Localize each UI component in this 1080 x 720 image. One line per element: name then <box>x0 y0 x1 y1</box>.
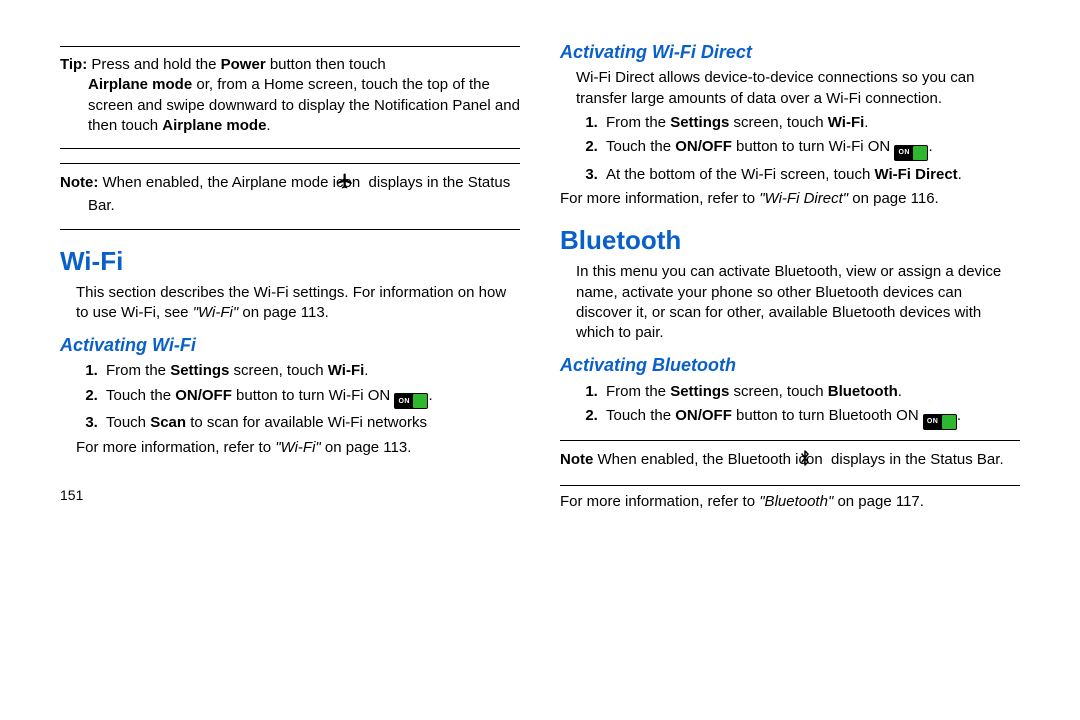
text: . <box>898 383 902 400</box>
on-toggle-icon: ON <box>894 145 928 161</box>
list-item: Touch the ON/OFF button to turn Wi-Fi ON… <box>602 137 1020 161</box>
text: Bluetooth <box>828 383 898 400</box>
text: Press and hold the <box>87 56 220 73</box>
text: Wi-Fi <box>328 362 365 379</box>
text: . <box>266 117 270 134</box>
text: on page 113. <box>238 304 329 321</box>
right-column: Activating Wi-Fi Direct Wi-Fi Direct all… <box>560 40 1020 516</box>
toggle-label: ON <box>927 417 939 426</box>
bt-note-box: Note When enabled, the Bluetooth icon di… <box>560 447 1020 479</box>
text: . <box>957 407 961 424</box>
list-item: Touch Scan to scan for available Wi-Fi n… <box>102 413 520 433</box>
text: screen, touch <box>729 114 827 131</box>
list-item: At the bottom of the Wi-Fi screen, touch… <box>602 165 1020 185</box>
text: displays in the Status Bar. <box>831 451 1004 468</box>
text: From the <box>106 362 170 379</box>
text: button to turn Bluetooth ON <box>732 407 923 424</box>
text: Airplane mode <box>88 76 192 93</box>
text: For more information, refer to <box>560 493 759 510</box>
toggle-label: ON <box>898 148 910 157</box>
text: ON/OFF <box>175 387 232 404</box>
rule <box>60 163 520 164</box>
rule <box>560 440 1020 441</box>
list-item: From the Settings screen, touch Bluetoot… <box>602 382 1020 402</box>
text: Touch the <box>606 407 675 424</box>
on-toggle-icon: ON <box>394 393 428 409</box>
text: Touch the <box>606 138 675 155</box>
text: Settings <box>670 383 729 400</box>
text: button to turn Wi-Fi ON <box>732 138 895 155</box>
text: button to turn Wi-Fi ON <box>232 387 395 404</box>
direct-steps: From the Settings screen, touch Wi-Fi. T… <box>560 113 1020 185</box>
text: Wi-Fi Direct <box>874 166 957 183</box>
bluetooth-intro: In this menu you can activate Bluetooth,… <box>560 262 1020 343</box>
page-columns: Tip: Press and hold the Power button the… <box>60 40 1020 516</box>
text: Settings <box>670 114 729 131</box>
text: . <box>428 387 432 404</box>
text: "Wi-Fi" <box>193 304 239 321</box>
heading-bluetooth: Bluetooth <box>560 223 1020 258</box>
direct-intro: Wi-Fi Direct allows device-to-device con… <box>560 68 1020 109</box>
text: For more information, refer to <box>76 439 275 456</box>
note-box: Note: When enabled, the Airplane mode ic… <box>60 170 520 223</box>
text: Scan <box>150 414 186 431</box>
list-item: Touch the ON/OFF button to turn Bluetoot… <box>602 406 1020 430</box>
text: Wi-Fi <box>828 114 865 131</box>
text: ON/OFF <box>675 407 732 424</box>
text: screen, touch <box>729 383 827 400</box>
text: When enabled, the Bluetooth icon <box>593 451 827 468</box>
rule <box>60 148 520 149</box>
text: "Bluetooth" <box>759 493 833 510</box>
text: Power <box>221 56 266 73</box>
list-item: From the Settings screen, touch Wi-Fi. <box>102 361 520 381</box>
wifi-steps: From the Settings screen, touch Wi-Fi. T… <box>60 361 520 433</box>
toggle-label: ON <box>398 397 410 406</box>
text: on page 113. <box>321 439 412 456</box>
text: ON/OFF <box>675 138 732 155</box>
rule <box>560 485 1020 486</box>
wifi-intro: This section describes the Wi-Fi setting… <box>60 283 520 324</box>
bluetooth-moreinfo: For more information, refer to "Bluetoot… <box>560 492 1020 512</box>
text: "Wi-Fi" <box>275 439 321 456</box>
text: to scan for available Wi-Fi networks <box>186 414 427 431</box>
text: From the <box>606 114 670 131</box>
text: button then touch <box>266 56 386 73</box>
direct-moreinfo: For more information, refer to "Wi-Fi Di… <box>560 189 1020 209</box>
left-column: Tip: Press and hold the Power button the… <box>60 40 520 516</box>
rule <box>60 229 520 230</box>
heading-wifi-direct: Activating Wi-Fi Direct <box>560 40 1020 64</box>
text: When enabled, the Airplane mode icon <box>98 174 364 191</box>
text: For more information, refer to <box>560 190 759 207</box>
text: "Wi-Fi Direct" <box>759 190 848 207</box>
note-label: Note <box>560 451 593 468</box>
text: . <box>864 114 868 131</box>
text: Touch <box>106 414 150 431</box>
bluetooth-steps: From the Settings screen, touch Bluetoot… <box>560 382 1020 430</box>
text: Settings <box>170 362 229 379</box>
text: . <box>364 362 368 379</box>
tip-label: Tip: <box>60 56 87 73</box>
text: on page 117. <box>833 493 924 510</box>
heading-activating-bluetooth: Activating Bluetooth <box>560 353 1020 377</box>
text: Airplane mode <box>162 117 266 134</box>
list-item: From the Settings screen, touch Wi-Fi. <box>602 113 1020 133</box>
text: . <box>958 166 962 183</box>
text: Touch the <box>106 387 175 404</box>
text: At the bottom of the Wi-Fi screen, touch <box>606 166 874 183</box>
tip-box: Tip: Press and hold the Power button the… <box>60 53 520 142</box>
note-label: Note: <box>60 174 98 191</box>
text: on page 116. <box>848 190 939 207</box>
heading-activating-wifi: Activating Wi-Fi <box>60 333 520 357</box>
wifi-moreinfo: For more information, refer to "Wi-Fi" o… <box>60 438 520 458</box>
text: screen, touch <box>229 362 327 379</box>
on-toggle-icon: ON <box>923 414 957 430</box>
rule <box>60 46 520 47</box>
text: From the <box>606 383 670 400</box>
text: . <box>928 138 932 155</box>
page-number: 151 <box>60 486 520 505</box>
list-item: Touch the ON/OFF button to turn Wi-Fi ON… <box>102 386 520 410</box>
heading-wifi: Wi-Fi <box>60 244 520 279</box>
